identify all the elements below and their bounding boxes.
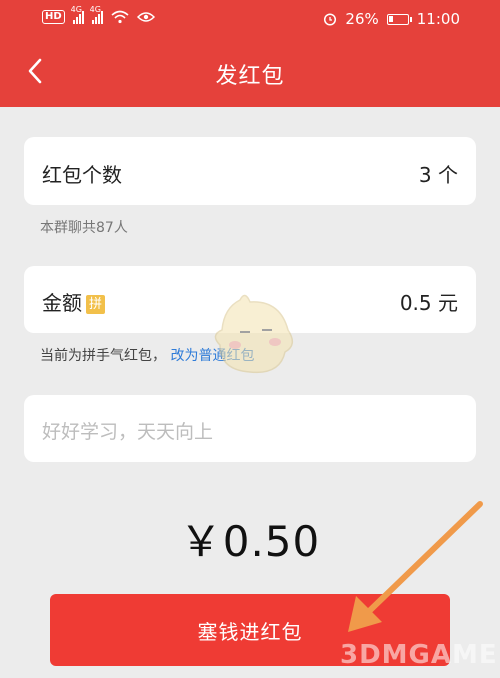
greeting-placeholder: 好好学习，天天向上 xyxy=(42,421,214,443)
packet-count-field[interactable]: 红包个数 3 个 xyxy=(24,137,476,205)
signal-icon: 4G xyxy=(71,5,84,24)
lucky-badge: 拼 xyxy=(86,295,105,314)
battery-icon xyxy=(386,13,412,25)
signal-icon: 4G xyxy=(90,5,103,24)
signal-tag: 4G xyxy=(70,5,82,14)
amount-label: 金额拼 xyxy=(42,287,105,316)
group-member-hint: 本群聊共87人 xyxy=(40,220,128,236)
wifi-icon xyxy=(111,10,129,24)
mascot-sticker xyxy=(214,294,294,374)
watermark: 3DMGAME xyxy=(340,640,498,670)
send-red-packet-label: 塞钱进红包 xyxy=(197,619,303,644)
packet-count-label: 红包个数 xyxy=(42,163,122,187)
amount-label-text: 金额 xyxy=(42,291,82,315)
hd-badge: HD xyxy=(42,10,65,24)
mode-hint-text: 当前为拼手气红包， xyxy=(40,348,166,364)
amount-value[interactable]: 0.5 元 xyxy=(400,287,458,316)
signal-tag: 4G xyxy=(89,5,101,14)
page-title: 发红包 xyxy=(215,64,285,89)
nav-bar: 发红包 xyxy=(0,38,500,107)
annotation-arrow-icon xyxy=(348,501,483,632)
battery-percent: 26% xyxy=(345,10,379,28)
eye-icon xyxy=(136,12,155,22)
alarm-icon xyxy=(324,13,337,26)
header: HD 4G 4G 26% 11:00 发红包 xyxy=(0,0,500,107)
greeting-input[interactable]: 好好学习，天天向上 xyxy=(24,395,476,462)
packet-count-value[interactable]: 3 个 xyxy=(419,159,458,188)
status-bar: HD 4G 4G 26% 11:00 xyxy=(0,0,500,38)
clock: 11:00 xyxy=(416,10,460,28)
